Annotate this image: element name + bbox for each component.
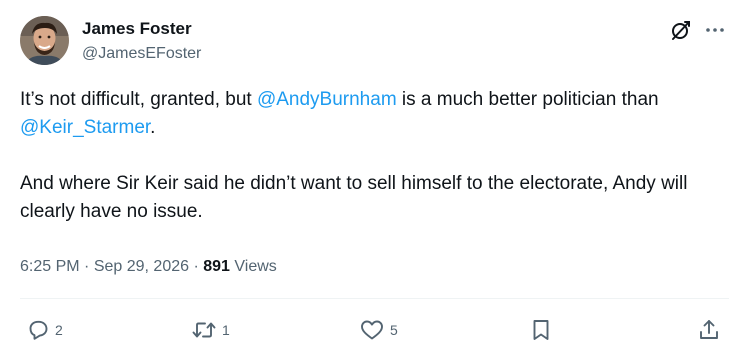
- tweet-time[interactable]: 6:25 PM: [20, 258, 80, 275]
- grok-icon[interactable]: [670, 19, 692, 41]
- like-button[interactable]: 5: [359, 317, 398, 343]
- mention-link-andy-burnham[interactable]: @AndyBurnham: [257, 89, 397, 110]
- meta-separator: ·: [79, 258, 94, 275]
- reply-count: 2: [55, 322, 63, 338]
- tweet-card: James Foster @JamesEFoster It’s not diff…: [0, 0, 749, 359]
- heart-icon: [361, 320, 383, 340]
- more-icon[interactable]: [704, 19, 726, 41]
- reply-icon: [29, 320, 48, 340]
- avatar[interactable]: [20, 16, 69, 65]
- repost-count: 1: [222, 322, 230, 338]
- tweet-text: It’s not difficult, granted, but @AndyBu…: [20, 86, 732, 226]
- share-icon: [700, 320, 718, 339]
- tweet-text-segment: .: [150, 117, 156, 138]
- tweet-text-segment: is a much better politician than: [396, 89, 659, 110]
- avatar-photo-icon: [20, 16, 69, 65]
- tweet-text-segment: It’s not difficult, granted, but: [20, 89, 257, 110]
- divider: [20, 298, 729, 299]
- repost-icon: [192, 322, 216, 338]
- tweet-paragraph-1: It’s not difficult, granted, but @AndyBu…: [20, 86, 732, 142]
- bookmark-icon: [533, 320, 549, 340]
- tweet-meta: 6:25 PM · Sep 29, 2026 · 891 Views: [20, 256, 277, 278]
- bookmark-button[interactable]: [529, 317, 553, 343]
- author-display-name[interactable]: James Foster: [82, 18, 192, 40]
- author-handle[interactable]: @JamesEFoster: [82, 43, 201, 65]
- reply-button[interactable]: 2: [26, 317, 63, 343]
- like-count: 5: [390, 322, 398, 338]
- tweet-date[interactable]: Sep 29, 2026: [94, 258, 189, 275]
- tweet-paragraph-2: And where Sir Keir said he didn’t want t…: [20, 173, 688, 222]
- repost-button[interactable]: 1: [191, 317, 230, 343]
- views-label: Views: [234, 258, 277, 275]
- views-count: 891: [203, 258, 230, 275]
- meta-separator: ·: [189, 258, 204, 275]
- share-button[interactable]: [697, 317, 721, 343]
- mention-link-keir-starmer[interactable]: @Keir_Starmer: [20, 117, 150, 138]
